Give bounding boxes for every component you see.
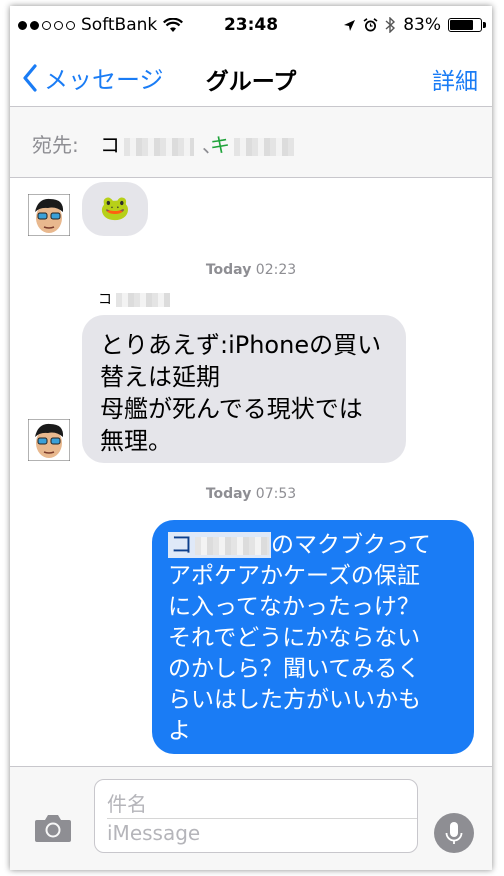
message-line: アポケアかケーズの保証 [168, 563, 420, 589]
message-line: 替えは延期 [100, 363, 220, 391]
timestamp-day: Today [205, 486, 252, 502]
message-line: のかしら？聞いてみるく [168, 656, 421, 682]
timestamp-day: Today [205, 262, 252, 278]
recipient-second-name: キ [210, 133, 230, 157]
location-arrow-icon [344, 19, 356, 31]
sender-name-text: コ [98, 292, 112, 308]
battery-icon [448, 18, 486, 32]
sender-name: コ [98, 289, 170, 309]
recipients-bar: 宛先: コ 、 キ [10, 107, 492, 178]
message-bubble-outgoing[interactable]: コ のマクブクって アポケアかケーズの保証 に入ってなかったっけ？ それでどうにか… [152, 520, 474, 754]
recipient-second[interactable]: キ [210, 129, 294, 158]
imessage-field[interactable]: iMessage [107, 821, 200, 845]
frog-emoji: 🐸 [100, 194, 130, 222]
camera-icon[interactable] [34, 813, 72, 843]
message-line: それでどうにかならない [168, 625, 421, 651]
navigation-bar: メッセージ グループ 詳細 [10, 46, 492, 107]
message-line: のマクブクって [271, 532, 431, 558]
back-button[interactable]: メッセージ [22, 60, 164, 95]
redaction-mosaic [234, 137, 294, 156]
timestamp: Today 07:53 [10, 486, 492, 502]
subject-field[interactable]: 件名 [107, 788, 147, 817]
recipient-first[interactable]: コ [100, 129, 194, 158]
message-bubble-incoming[interactable]: とりあえず:iPhoneの買い 替えは延期 母艦が死んでる現状では 無理。 [82, 315, 406, 463]
compose-bar: 件名 iMessage [10, 766, 492, 870]
microphone-button[interactable] [434, 813, 474, 853]
back-button-label: メッセージ [44, 66, 164, 94]
avatar[interactable] [28, 419, 70, 461]
message-line: らいはした方がいいかも [168, 687, 421, 713]
status-bar: SoftBank 23:48 83% [10, 6, 492, 46]
message-line: 母艦が死んでる現状では [100, 395, 363, 423]
timestamp-time: 02:23 [255, 262, 297, 278]
redaction-mosaic [116, 293, 170, 307]
field-divider [107, 818, 417, 819]
details-button[interactable]: 詳細 [432, 62, 478, 96]
message-line: に入ってなかったっけ？ [168, 594, 420, 620]
message-bubble-incoming[interactable]: 🐸 [82, 182, 148, 236]
microphone-icon [445, 822, 463, 844]
timestamp: Today 02:23 [10, 262, 492, 278]
avatar[interactable] [28, 194, 70, 236]
message-line: よ [168, 718, 191, 744]
timestamp-time: 07:53 [255, 486, 297, 502]
redaction-mosaic [124, 137, 194, 156]
recipient-first-name: コ [100, 133, 120, 157]
redaction-mosaic [195, 536, 269, 555]
message-line: とりあえず:iPhoneの買い [100, 331, 382, 359]
alarm-clock-icon [363, 17, 378, 31]
recipients-label: 宛先: [32, 133, 79, 157]
mention-name: コ [170, 532, 193, 558]
message-input[interactable]: 件名 iMessage [94, 779, 418, 853]
bluetooth-icon [385, 17, 396, 33]
phone-screen: SoftBank 23:48 83% メッセージ グループ 詳細 宛先: コ 、… [10, 6, 492, 870]
message-line: 無理。 [100, 427, 172, 455]
chevron-left-icon [23, 63, 37, 92]
battery-percent: 83% [403, 15, 441, 35]
mention-highlight[interactable]: コ [168, 532, 271, 558]
